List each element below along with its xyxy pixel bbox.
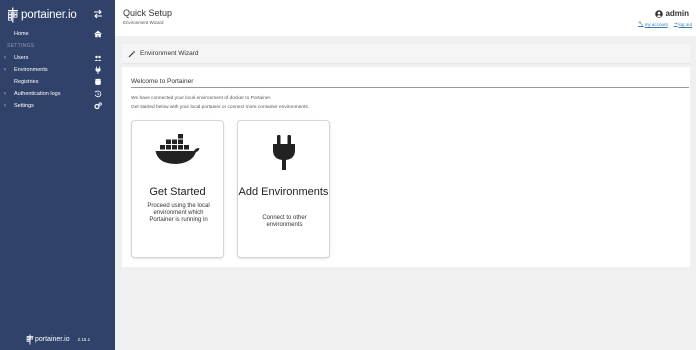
- card-title: Add Environments: [238, 186, 329, 198]
- sidebar-item-authentication-logs[interactable]: › Authentication logs: [0, 88, 115, 100]
- chevron-right-icon: ›: [4, 55, 6, 61]
- portainer-logo-icon: [26, 334, 34, 345]
- history-icon: [94, 90, 102, 98]
- docker-icon: [132, 134, 223, 170]
- sidebar-item-home[interactable]: Home: [0, 28, 115, 40]
- sidebar-item-registries[interactable]: Registries: [0, 76, 115, 88]
- plug-icon: [238, 134, 329, 170]
- sidebar: portainer.io Home SETTINGS › Users › Env…: [0, 0, 115, 350]
- sidebar-footer: portainer.io 2.15.1: [26, 334, 90, 345]
- version-label: 2.15.1: [77, 337, 91, 342]
- sidebar-item-label: Authentication logs: [14, 91, 61, 97]
- card-description: Connect to other environments: [262, 215, 307, 228]
- wrench-icon: 🔧: [638, 21, 644, 26]
- my-account-link[interactable]: 🔧 my account: [638, 21, 668, 27]
- page-header: Quick Setup Environment Wizard admin 🔧 my…: [115, 0, 696, 36]
- welcome-heading: Welcome to Portainer: [131, 78, 689, 88]
- sidebar-item-settings[interactable]: › Settings: [0, 100, 115, 112]
- sidebar-item-label: Settings: [14, 103, 34, 109]
- sidebar-item-label: Users: [14, 55, 29, 61]
- home-icon: [94, 30, 102, 38]
- sidebar-nav: Home SETTINGS › Users › Environments Reg…: [0, 28, 115, 112]
- sidebar-item-label: Home: [14, 31, 29, 37]
- chevron-right-icon: ›: [4, 67, 6, 73]
- sign-out-icon: ⇥: [673, 21, 678, 26]
- log-out-label: log out: [678, 21, 692, 27]
- footer-brand: portainer.io: [35, 336, 70, 343]
- sidebar-section-label: SETTINGS: [7, 43, 35, 49]
- user-menu: admin: [655, 9, 689, 18]
- brand-logo-link[interactable]: portainer.io: [7, 6, 77, 24]
- card-description: Proceed using the local environment whic…: [147, 203, 210, 223]
- users-icon: [94, 55, 102, 61]
- database-icon: [95, 78, 101, 86]
- log-out-link[interactable]: ⇥ log out: [674, 21, 692, 27]
- sidebar-item-label: Registries: [14, 79, 39, 85]
- page-title: Quick Setup: [123, 8, 173, 18]
- brand-text: portainer.io: [21, 9, 77, 21]
- plug-icon: [95, 66, 101, 74]
- chevron-right-icon: ›: [4, 91, 6, 97]
- my-account-label: my account: [644, 21, 668, 27]
- user-circle-icon: [655, 9, 664, 18]
- sidebar-item-users[interactable]: › Users: [0, 52, 115, 64]
- get-started-card[interactable]: Get Started Proceed using the local envi…: [131, 120, 224, 258]
- widget-title: Environment Wizard: [140, 50, 199, 57]
- intro-text: We have connected your local environment…: [131, 96, 272, 101]
- portainer-logo-icon: [8, 7, 18, 23]
- cogs-icon: [94, 102, 102, 110]
- page-subtitle: Environment Wizard: [123, 20, 164, 25]
- widget-body: Welcome to Portainer We have connected y…: [122, 67, 690, 267]
- intro-text: Get started below with your local portai…: [131, 105, 310, 110]
- user-links: 🔧 my account ⇥ log out: [632, 21, 692, 27]
- widget-header: Environment Wizard: [122, 44, 690, 64]
- sidebar-item-label: Environments: [14, 67, 48, 73]
- username: admin: [665, 9, 689, 18]
- chevron-right-icon: ›: [4, 103, 6, 109]
- card-title: Get Started: [149, 186, 206, 198]
- add-environments-card[interactable]: Add Environments Connect to other enviro…: [237, 120, 330, 258]
- exchange-icon[interactable]: [93, 9, 103, 19]
- magic-wand-icon: [128, 50, 136, 57]
- sidebar-item-environments[interactable]: › Environments: [0, 64, 115, 76]
